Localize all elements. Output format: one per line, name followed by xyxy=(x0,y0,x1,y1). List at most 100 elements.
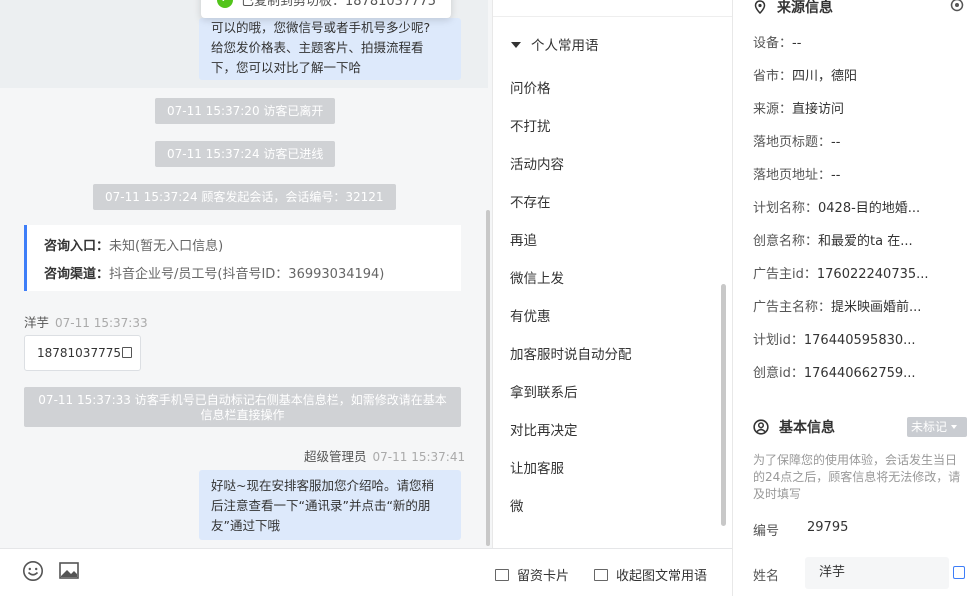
phrase-item[interactable]: 活动内容 xyxy=(510,152,632,190)
message-icon xyxy=(594,569,608,581)
collapse-phrases-button[interactable]: 收起图文常用语 xyxy=(594,565,707,584)
emoji-icon[interactable] xyxy=(22,560,44,582)
phrase-item[interactable]: 不存在 xyxy=(510,190,632,228)
source-field-row: 落地页地址：-- xyxy=(753,166,929,199)
field-value: -- xyxy=(831,168,841,183)
system-message-left: 07-11 15:37:20 访客已离开 xyxy=(155,98,336,124)
customer-name-row: 姓名 xyxy=(753,565,779,584)
locate-icon[interactable] xyxy=(949,0,965,13)
field-label: 设备： xyxy=(753,36,793,51)
source-field-row: 广告主名称：提米映画婚前... xyxy=(753,298,929,331)
field-label: 省市： xyxy=(753,69,793,84)
copied-toast: ✓ 已复制到剪切板：18781037775 xyxy=(201,0,451,18)
field-label: 广告主id： xyxy=(753,267,817,282)
lead-card-label: 留资卡片 xyxy=(517,569,570,584)
consult-entry-row: 咨询入口：未知(暂无入口信息) xyxy=(44,233,461,261)
phrase-item[interactable]: 拿到联系后 xyxy=(510,380,632,418)
divider xyxy=(493,16,733,17)
field-label: 来源： xyxy=(753,102,793,117)
field-label: 广告主名称： xyxy=(753,300,832,315)
phrase-item[interactable]: 再追 xyxy=(510,228,632,266)
field-value: 和最爱的ta 在... xyxy=(818,234,913,249)
admin-time: 07-11 15:37:41 xyxy=(372,450,466,464)
phrase-list: 问价格 不打扰 活动内容 不存在 再追 微信上发 有优惠 加客服时说自动分配 拿… xyxy=(510,76,632,532)
field-label: 创意名称： xyxy=(753,234,819,249)
visitor-sender: 洋芋 07-11 15:37:33 xyxy=(24,312,148,331)
chat-input-toolbar: 留资卡片 收起图文常用语 xyxy=(0,548,732,596)
field-value: -- xyxy=(831,135,841,150)
caret-down-icon xyxy=(951,425,958,429)
consult-channel-label: 咨询渠道： xyxy=(44,267,110,282)
phrase-item[interactable]: 微 xyxy=(510,494,632,532)
lead-card-button[interactable]: 留资卡片 xyxy=(495,565,569,584)
mark-status-label: 未标记 xyxy=(911,420,948,434)
copy-icon[interactable] xyxy=(953,566,965,579)
source-field-list: 设备：-- 省市：四川，德阳 来源：直接访问 落地页标题：-- 落地页地址：--… xyxy=(753,34,929,397)
agent-message-bubble: 可以的哦，您微信号或者手机号多少呢? 给您发价格表、主题客片、拍摄流程看 下，您… xyxy=(199,18,461,80)
visitor-phone: 18781037775 xyxy=(37,346,121,360)
chat-window[interactable]: 可以的哦，您微信号或者手机号多少呢? 给您发价格表、主题客片、拍摄流程看 下，您… xyxy=(0,0,492,548)
app-root: 可以的哦，您微信号或者手机号多少呢? 给您发价格表、主题客片、拍摄流程看 下，您… xyxy=(0,0,975,596)
toast-text: 已复制到剪切板：18781037775 xyxy=(241,0,436,9)
visitor-name: 洋芋 xyxy=(24,315,50,330)
phrase-group-title: 个人常用语 xyxy=(531,38,599,54)
consult-info-card: 咨询入口：未知(暂无入口信息) 咨询渠道：抖音企业号/员工号(抖音号ID：369… xyxy=(24,225,461,291)
customer-id-value: 29795 xyxy=(807,520,849,535)
visitor-phone-message[interactable]: 18781037775 xyxy=(24,335,141,371)
field-value: 直接访问 xyxy=(792,102,845,117)
consult-entry-value: 未知(暂无入口信息) xyxy=(109,239,224,254)
source-field-row: 广告主id：176022240735... xyxy=(753,265,929,298)
quick-phrase-panel: 个人常用语 问价格 不打扰 活动内容 不存在 再追 微信上发 有优惠 加客服时说… xyxy=(492,0,733,548)
field-value: -- xyxy=(792,36,802,51)
system-message-session-start: 07-11 15:37:24 顾客发起会话，会话编号：32121 xyxy=(93,184,396,210)
phrase-item[interactable]: 对比再决定 xyxy=(510,418,632,456)
phrase-item[interactable]: 不打扰 xyxy=(510,114,632,152)
field-label: 计划id： xyxy=(753,333,804,348)
source-field-row: 落地页标题：-- xyxy=(753,133,929,166)
mark-status-dropdown[interactable]: 未标记 xyxy=(907,417,967,437)
user-circle-icon xyxy=(753,419,769,435)
phrase-item[interactable]: 有优惠 xyxy=(510,304,632,342)
caret-down-icon xyxy=(511,42,521,48)
field-label: 落地页标题： xyxy=(753,135,832,150)
customer-name-value: 洋芋 xyxy=(819,565,846,580)
source-field-row: 设备：-- xyxy=(753,34,929,67)
message-line: 好哒~现在安排客服加您介绍哈。请您稍 xyxy=(211,478,434,493)
phrase-item[interactable]: 加客服时说自动分配 xyxy=(510,342,632,380)
source-section-title: 来源信息 xyxy=(753,0,833,17)
consult-channel-value: 抖音企业号/员工号(抖音号ID：36993034194) xyxy=(109,267,385,282)
phrase-item[interactable]: 让加客服 xyxy=(510,456,632,494)
message-line: 下，您可以对比了解一下哈 xyxy=(211,60,362,75)
field-value: 176440662759... xyxy=(803,366,916,381)
phrase-scrollbar[interactable] xyxy=(721,284,726,526)
basic-title-text: 基本信息 xyxy=(779,420,835,436)
phrase-group-header[interactable]: 个人常用语 xyxy=(511,34,599,54)
location-pin-icon xyxy=(754,0,766,14)
source-field-row: 创意id：176440662759... xyxy=(753,364,929,397)
message-line: 后注意查看一下“通讯录”并点击“新的朋 xyxy=(211,498,431,513)
chat-scrollbar[interactable] xyxy=(486,210,490,546)
source-field-row: 计划id：176440595830... xyxy=(753,331,929,364)
field-value: 提米映画婚前... xyxy=(831,300,922,315)
admin-message-bubble: 好哒~现在安排客服加您介绍哈。请您稍 后注意查看一下“通讯录”并点击“新的朋 友… xyxy=(199,470,461,540)
source-field-row: 创意名称：和最爱的ta 在... xyxy=(753,232,929,265)
customer-info-panel: 来源信息 设备：-- 省市：四川，德阳 来源：直接访问 落地页标题：-- 落地页… xyxy=(732,0,975,596)
source-field-row: 来源：直接访问 xyxy=(753,100,929,133)
copy-icon[interactable] xyxy=(121,347,132,358)
field-label: 计划名称： xyxy=(753,201,819,216)
message-line: 给您发价格表、主题客片、拍摄流程看 xyxy=(211,40,424,55)
image-icon[interactable] xyxy=(58,560,80,582)
field-value: 0428-目的地婚... xyxy=(818,201,921,216)
customer-name-input[interactable]: 洋芋 xyxy=(805,557,949,589)
edit-deadline-note: 为了保障您的使用体验，会话发生当日的24点之后，顾客信息将无法修改，请及时填写 xyxy=(753,453,961,501)
message-line: 友”通过下哦 xyxy=(211,518,280,533)
phrase-item[interactable]: 微信上发 xyxy=(510,266,632,304)
admin-name: 超级管理员 xyxy=(304,449,367,464)
consult-channel-row: 咨询渠道：抖音企业号/员工号(抖音号ID：36993034194) xyxy=(44,261,461,289)
card-icon xyxy=(495,569,509,581)
basic-section-title: 基本信息 xyxy=(753,416,835,437)
message-line: 可以的哦，您微信号或者手机号多少呢? xyxy=(211,20,431,35)
system-message-phone-marked: 07-11 15:37:33 访客手机号已自动标记右侧基本信息栏，如需修改请在基… xyxy=(24,387,461,427)
source-title-text: 来源信息 xyxy=(777,0,833,16)
phrase-item[interactable]: 问价格 xyxy=(510,76,632,114)
